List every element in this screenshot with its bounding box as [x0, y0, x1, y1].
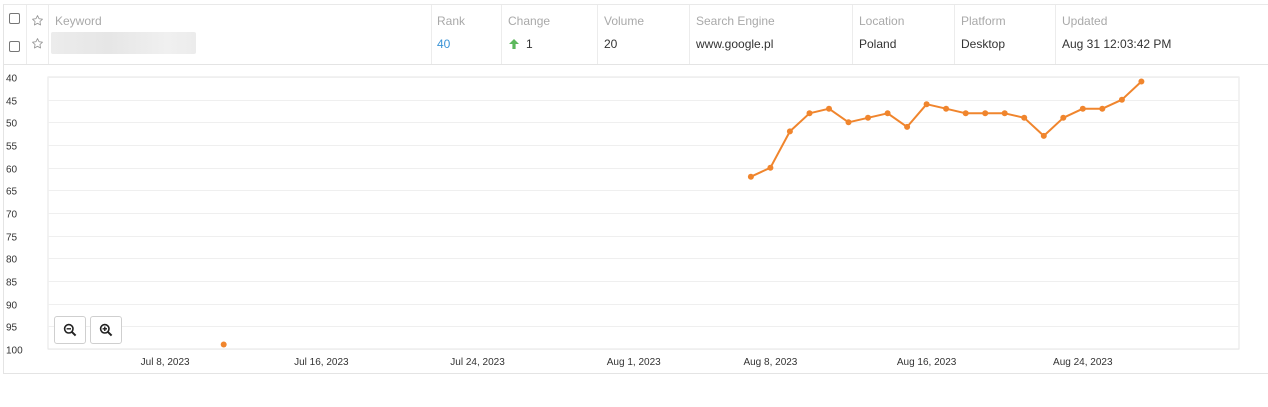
keyword-rank-panel: Keyword Rank Change Volume Search Engine… — [3, 4, 1268, 374]
rank-history-svg: 40 45 50 55 60 65 70 75 80 85 90 95 100 Jul 8, 2023 Ju… — [6, 74, 1240, 368]
y-tick-label: 95 — [6, 323, 18, 334]
rank-history-chart: 40 45 50 55 60 65 70 75 80 85 90 95 100 Jul 8, 2023 Ju… — [4, 65, 1268, 375]
arrow-up-icon — [509, 39, 519, 49]
y-tick-label: 85 — [6, 278, 18, 289]
y-tick-label: 45 — [6, 97, 18, 108]
y-tick-label: 70 — [6, 210, 18, 221]
rank-data-point[interactable] — [943, 105, 950, 112]
y-tick-label: 75 — [6, 233, 18, 244]
zoom-out-button[interactable] — [54, 316, 86, 344]
column-header-location[interactable]: Location — [859, 14, 904, 28]
row-checkbox[interactable] — [9, 41, 20, 52]
y-tick-label: 60 — [6, 165, 18, 176]
star-outline-icon[interactable] — [31, 37, 44, 50]
select-all-checkbox[interactable] — [9, 13, 20, 24]
location-value: Poland — [859, 37, 897, 51]
column-header-keyword[interactable]: Keyword — [55, 14, 102, 28]
x-tick-label: Jul 24, 2023 — [450, 357, 505, 368]
rank-data-point[interactable] — [806, 110, 813, 117]
y-tick-label: 80 — [6, 255, 18, 266]
rank-series-line — [750, 80, 1143, 178]
rank-data-point[interactable] — [220, 341, 227, 348]
column-header-platform[interactable]: Platform — [961, 14, 1006, 28]
column-header-change[interactable]: Change — [508, 14, 550, 28]
x-tick-label: Aug 8, 2023 — [743, 357, 797, 368]
y-tick-label: 100 — [6, 346, 23, 357]
rank-link[interactable]: 40 — [437, 37, 450, 51]
x-tick-label: Jul 16, 2023 — [294, 357, 349, 368]
x-tick-label: Aug 1, 2023 — [607, 357, 661, 368]
rank-data-point[interactable] — [982, 110, 989, 117]
column-header-search-engine[interactable]: Search Engine — [696, 14, 775, 28]
rank-data-point[interactable] — [884, 110, 891, 117]
rank-data-point[interactable] — [1099, 105, 1106, 112]
platform-value: Desktop — [961, 37, 1006, 51]
rank-data-point[interactable] — [923, 101, 930, 108]
zoom-in-button[interactable] — [90, 316, 122, 344]
rank-data-point[interactable] — [1118, 96, 1125, 103]
rank-data-point[interactable] — [845, 119, 852, 126]
keyword-redacted — [51, 32, 196, 54]
column-header-rank[interactable]: Rank — [437, 14, 465, 28]
volume-value: 20 — [604, 37, 618, 51]
rank-data-point[interactable] — [865, 114, 871, 121]
rank-data-point[interactable] — [904, 123, 911, 130]
column-header-volume[interactable]: Volume — [604, 14, 644, 28]
change-value: 1 — [526, 37, 533, 51]
column-header-updated[interactable]: Updated — [1062, 14, 1107, 28]
y-tick-label: 65 — [6, 187, 18, 198]
rank-data-point[interactable] — [1060, 114, 1067, 121]
rank-data-point[interactable] — [826, 105, 832, 112]
x-tick-label: Aug 24, 2023 — [1053, 357, 1113, 368]
y-tick-label: 55 — [6, 142, 18, 153]
updated-value: Aug 31 12:03:42 PM — [1062, 37, 1172, 51]
x-tick-label: Aug 16, 2023 — [897, 357, 957, 368]
y-tick-label: 40 — [6, 74, 18, 85]
zoom-out-icon — [63, 323, 77, 337]
rank-data-point[interactable] — [1021, 114, 1028, 121]
rank-data-point[interactable] — [1138, 78, 1145, 85]
y-tick-label: 90 — [6, 301, 18, 312]
rank-data-point[interactable] — [786, 128, 793, 135]
rank-data-point[interactable] — [1040, 132, 1047, 139]
rank-data-point[interactable] — [747, 173, 754, 180]
search-engine-value: www.google.pl — [696, 37, 774, 51]
y-tick-label: 50 — [6, 119, 18, 130]
zoom-in-icon — [99, 323, 113, 337]
star-outline-icon[interactable] — [31, 14, 44, 27]
x-tick-label: Jul 8, 2023 — [141, 357, 190, 368]
rank-data-point[interactable] — [767, 164, 774, 171]
rank-data-point[interactable] — [1079, 105, 1086, 112]
rank-data-point[interactable] — [962, 110, 969, 117]
rank-data-point[interactable] — [1001, 110, 1008, 117]
